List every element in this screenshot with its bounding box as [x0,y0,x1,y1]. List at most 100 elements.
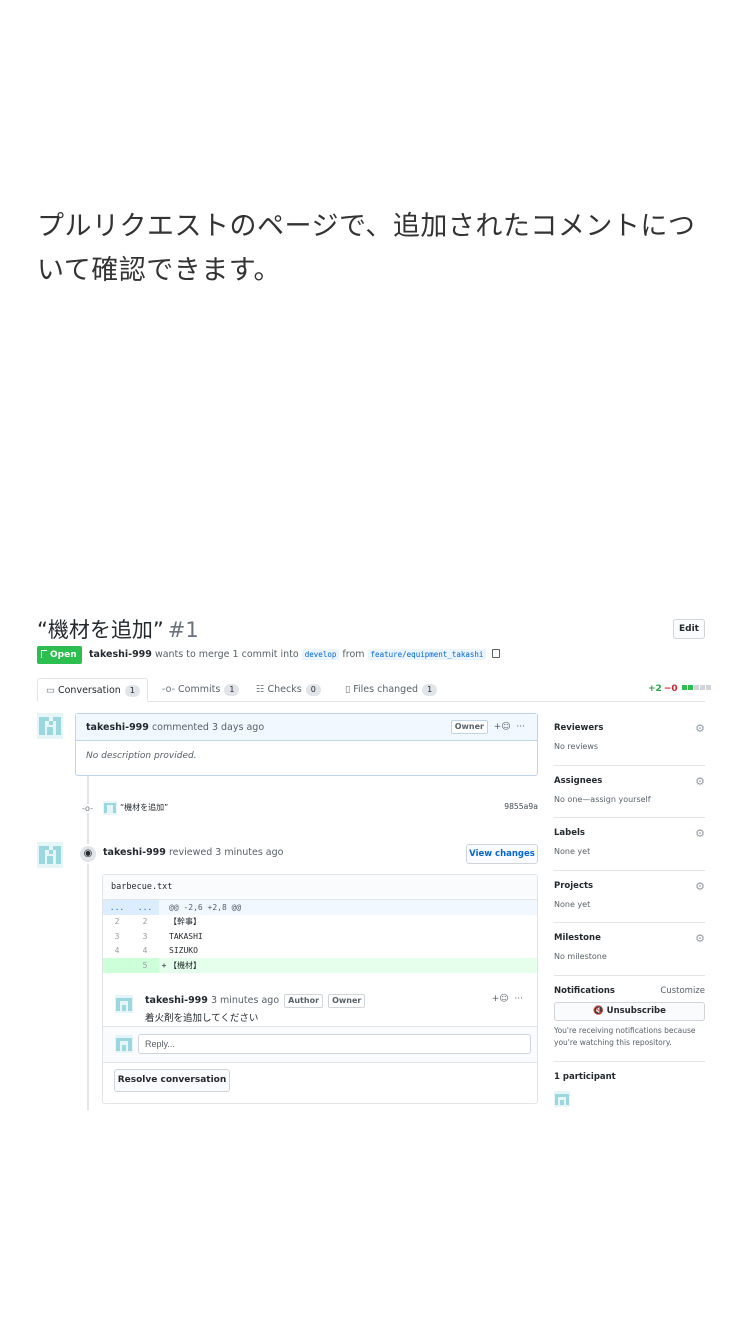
sidebar-notifications: Notifications Customize 🔇 Unsubscribe Yo… [554,976,705,1062]
sidebar-milestone: Milestone ⚙ No milestone [554,923,705,976]
comment-icon: ▭ [46,685,55,696]
diff-sign [159,929,169,944]
review-comment-time[interactable]: 3 minutes ago [211,995,279,1006]
tab-label: Conversation [57,685,121,696]
diff-hunk-row: ... ... @@ -2,6 +2,8 @@ [103,900,537,915]
diff-sign [159,915,169,930]
avatar[interactable] [37,842,63,868]
diffstat: +2 −0 [648,684,711,694]
sidebar-title: Projects [554,880,594,891]
commit-icon: -o- [82,804,93,813]
sidebar-title: Labels [554,828,585,838]
head-branch[interactable]: feature/equipment_takashi [367,649,487,660]
tab-conversation[interactable]: ▭ Conversation 1 [37,678,148,702]
new-line-number[interactable]: 2 [131,915,159,930]
sidebar-value: No reviews [554,742,599,751]
pr-number: #1 [167,618,199,642]
commit-message-link[interactable]: “機材を追加” [120,802,168,813]
pr-meta: takeshi-999 wants to merge 1 commit into… [89,649,501,660]
diff-sign [159,944,169,959]
more-options-icon[interactable]: ··· [516,722,525,732]
add-reaction-icon[interactable]: +☺ [492,994,509,1004]
review-comment-actions: +☺ ··· [492,994,523,1004]
tab-checks[interactable]: ☷ Checks 0 [248,678,329,702]
assign-yourself-link[interactable]: No one—assign yourself [554,795,705,804]
tab-label: Commits [178,684,221,695]
old-line-number[interactable]: 2 [103,915,131,930]
add-reaction-icon[interactable]: +☺ [494,722,511,732]
gear-icon[interactable]: ⚙ [695,775,705,788]
new-line-number[interactable]: 3 [131,929,159,944]
tab-files-changed[interactable]: ▯ Files changed 1 [337,678,445,702]
reply-input[interactable]: Reply... [138,1034,531,1054]
base-branch[interactable]: develop [301,649,340,660]
diff-table: ... ... @@ -2,6 +2,8 @@ 2 2 【幹事】 3 3 TAK… [103,900,537,973]
avatar[interactable] [115,995,133,1013]
sidebar-assignees: Assignees ⚙ No one—assign yourself [554,766,705,818]
new-line-number[interactable]: ... [131,900,159,915]
checks-icon: ☷ [256,684,265,695]
review-comment-header: takeshi-999 3 minutes ago Author Owner [145,994,366,1008]
diffstat-block [699,685,705,690]
tab-counter: 1 [422,684,438,696]
tab-commits[interactable]: -o- Commits 1 [154,678,247,702]
review-author[interactable]: takeshi-999 [103,847,166,858]
pr-status-badge: Open [37,646,82,664]
pr-sidebar: Reviewers ⚙ No reviews Assignees ⚙ No on… [554,713,705,1107]
old-line-number[interactable]: 4 [103,944,131,959]
commit-icon: -o- [162,684,176,695]
avatar[interactable] [37,713,63,739]
author-label: Author [284,994,324,1008]
new-line-number[interactable]: 4 [131,944,159,959]
review-comment-author[interactable]: takeshi-999 [145,995,208,1006]
diff-sign: + [159,958,169,973]
resolve-conversation-button[interactable]: Resolve conversation [114,1069,230,1092]
review-comment-body: 着火剤を追加してください [145,1013,259,1024]
old-line-number[interactable]: 3 [103,929,131,944]
pr-author-link[interactable]: takeshi-999 [89,649,152,660]
review-thread: barbecue.txt ... ... @@ -2,6 +2,8 @@ 2 2… [102,874,538,1104]
gear-icon[interactable]: ⚙ [695,880,705,893]
sidebar-value: None yet [554,899,591,909]
pull-request-icon [41,650,47,658]
unsubscribe-button[interactable]: 🔇 Unsubscribe [554,1001,705,1021]
sidebar-projects: Projects ⚙ None yet [554,871,705,923]
sidebar-value: None yet [554,847,591,856]
pr-from-text: from [342,649,365,660]
gear-icon[interactable]: ⚙ [695,932,705,945]
customize-notifications-link[interactable]: Customize [660,986,705,996]
diff-line: 4 4 SIZUKO [103,944,537,959]
tab-label: Checks [267,684,302,695]
commit-row: -o- “機材を追加” 9855a9a [80,799,538,817]
timeline-line [87,775,89,1110]
comment-body: No description provided. [86,751,197,761]
gear-icon[interactable]: ⚙ [695,722,705,735]
gear-icon[interactable]: ⚙ [695,827,705,840]
diff-code: SIZUKO [169,946,198,956]
edit-title-button[interactable]: Edit [673,619,705,639]
diff-file-name[interactable]: barbecue.txt [103,875,537,900]
old-line-number[interactable] [103,958,131,973]
owner-label: Owner [328,994,366,1008]
avatar[interactable] [115,1035,133,1053]
diffstat-block [681,685,687,690]
reply-row: Reply... [103,1027,537,1063]
new-line-number[interactable]: 5 [131,958,159,973]
sidebar-participants: 1 participant [554,1062,705,1107]
commit-sha-link[interactable]: 9855a9a [504,802,538,811]
view-changes-button[interactable]: View changes [466,844,538,864]
sidebar-value: No milestone [554,952,607,961]
old-line-number[interactable]: ... [103,900,131,915]
avatar[interactable] [103,801,117,815]
comment-author[interactable]: takeshi-999 [86,722,149,733]
participant-avatar[interactable] [554,1090,570,1107]
github-pull-request-page: “機材を追加” #1 Edit Open takeshi-999 wants to… [0,0,750,1334]
copy-branch-icon[interactable] [492,649,501,658]
more-options-icon[interactable]: ··· [514,994,523,1004]
diffstat-additions: +2 [648,684,662,694]
notification-reason: You're receiving notifications because y… [554,1025,696,1047]
diffstat-block [693,685,699,690]
eye-icon: ◉ [78,844,98,864]
sidebar-title: 1 participant [554,1071,616,1082]
diff-line: 2 2 【幹事】 [103,915,537,930]
